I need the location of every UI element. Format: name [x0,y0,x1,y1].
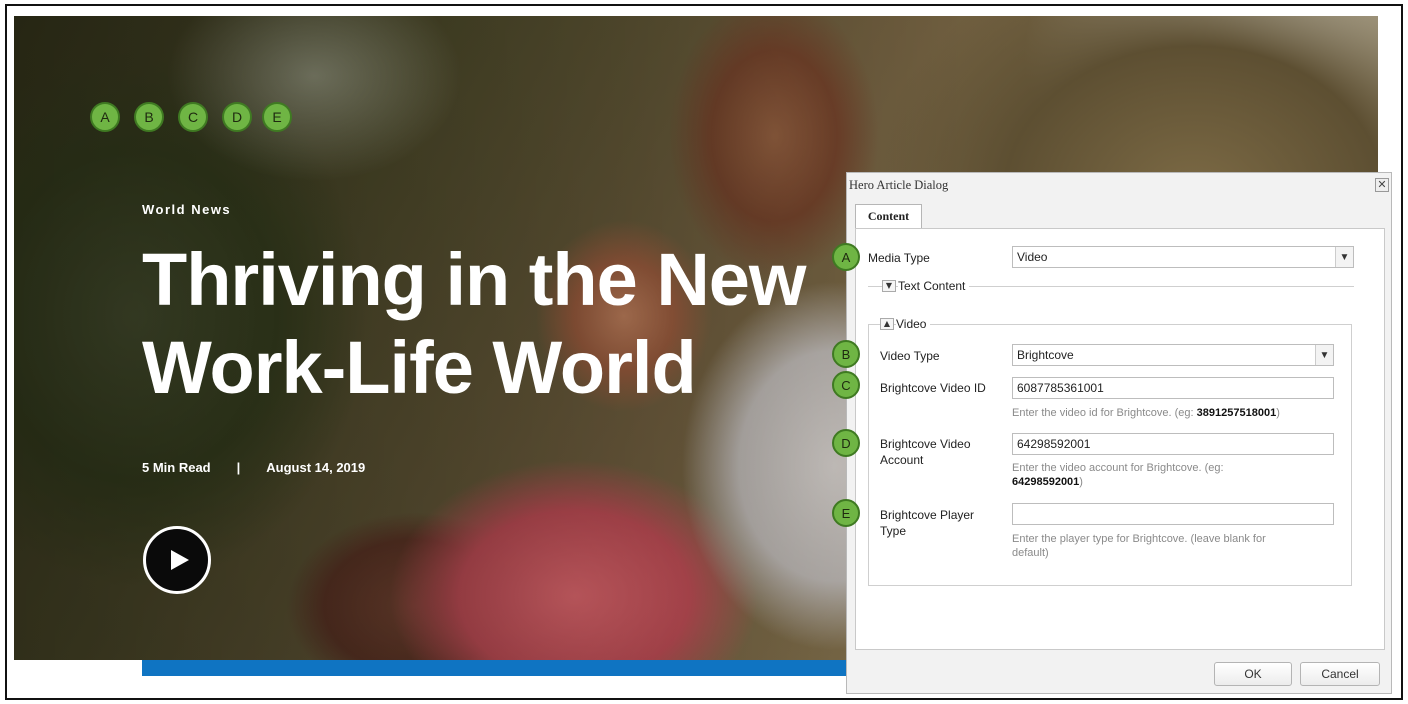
step-marker-c: C [178,102,208,132]
headline-line-2: Work-Life World [142,326,697,409]
article-headline: Thriving in the New Work-Life World [142,236,806,412]
meta-separator: | [236,460,241,475]
marker-d: D [832,429,860,457]
tab-content[interactable]: Content [855,204,922,228]
text-content-toggle[interactable]: ▼ [882,280,896,292]
step-marker-a: A [90,102,120,132]
dialog-body: A Media Type Video ▼ ▼ Text Content ▲ Vi… [832,228,1385,650]
marker-c: C [832,371,860,399]
step-marker-b: B [134,102,164,132]
hero-article-dialog: Hero Article Dialog ✕ Content A Media Ty… [832,172,1392,694]
video-id-input[interactable]: 6087785361001 [1012,377,1334,399]
step-marker-d: D [222,102,252,132]
marker-b: B [832,340,860,368]
dialog-title: Hero Article Dialog [849,178,949,192]
chevron-down-icon: ▼ [1335,247,1353,267]
marker-e: E [832,499,860,527]
media-type-select[interactable]: Video ▼ [1012,246,1354,268]
player-type-input[interactable] [1012,503,1334,525]
video-type-label: Video Type [880,349,940,363]
step-markers: A B C D E [90,102,292,132]
article-meta: 5 Min Read | August 14, 2019 [142,460,365,475]
video-type-value: Brightcove [1017,348,1074,362]
publish-date: August 14, 2019 [266,460,366,475]
headline-line-1: Thriving in the New [142,238,806,321]
step-marker-e: E [262,102,292,132]
player-type-label: Brightcove Player Type [880,508,975,538]
marker-a: A [832,243,860,271]
player-type-help: Enter the player type for Brightcove. (l… [1012,533,1266,559]
video-section-toggle[interactable]: ▲ [880,318,894,330]
video-type-select[interactable]: Brightcove ▼ [1012,344,1334,366]
media-type-value: Video [1017,250,1048,264]
ok-button[interactable]: OK [1214,662,1292,686]
article-category: World News [142,202,232,217]
cancel-button[interactable]: Cancel [1300,662,1380,686]
read-time: 5 Min Read [142,460,211,475]
play-icon [170,550,189,570]
video-id-label: Brightcove Video ID [880,381,986,395]
video-account-label: Brightcove Video Account [880,437,971,467]
chevron-down-icon: ▼ [1315,345,1333,365]
video-account-help: Enter the video account for Brightcove. … [1012,462,1224,488]
accent-bar [142,660,848,676]
play-button[interactable] [143,526,211,594]
video-section-label: Video [896,316,931,332]
video-id-help: Enter the video id for Brightcove. (eg: … [1012,407,1280,419]
video-account-input[interactable]: 64298592001 [1012,433,1334,455]
close-icon[interactable]: ✕ [1375,178,1389,192]
text-content-label: Text Content [898,278,970,294]
media-type-label: Media Type [868,251,930,265]
